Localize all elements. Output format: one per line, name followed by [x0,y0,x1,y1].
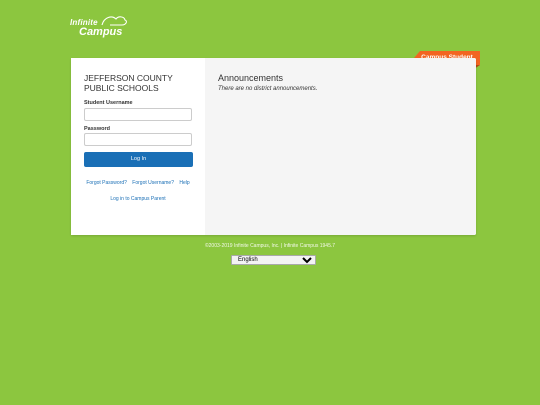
login-card: JEFFERSON COUNTY PUBLIC SCHOOLS Student … [71,58,476,235]
language-select[interactable]: English [231,255,316,265]
help-links: Forgot Password? Forgot Username? Help [71,180,205,186]
announcements-title: Announcements [218,73,284,83]
username-field[interactable] [84,108,192,121]
password-field[interactable] [84,133,192,146]
copyright-text: ©2003-2019 Infinite Campus, Inc. | Infin… [204,243,336,249]
forgot-username-link[interactable]: Forgot Username? [132,180,174,186]
announcements-text: There are no district announcements. [218,86,318,92]
infinite-campus-logo: Infinite Campus [70,14,130,40]
cloud-swoosh-icon [101,16,127,26]
campus-parent-link[interactable]: Log in to Campus Parent [71,196,205,202]
district-name: JEFFERSON COUNTY PUBLIC SCHOOLS [84,73,173,93]
login-button[interactable]: Log In [84,152,193,167]
help-link[interactable]: Help [179,180,189,186]
username-label: Student Username [84,100,133,106]
announcements-panel: Announcements There are no district anno… [205,58,476,235]
forgot-password-link[interactable]: Forgot Password? [86,180,127,186]
password-label: Password [84,126,110,132]
login-panel: JEFFERSON COUNTY PUBLIC SCHOOLS Student … [71,58,205,235]
